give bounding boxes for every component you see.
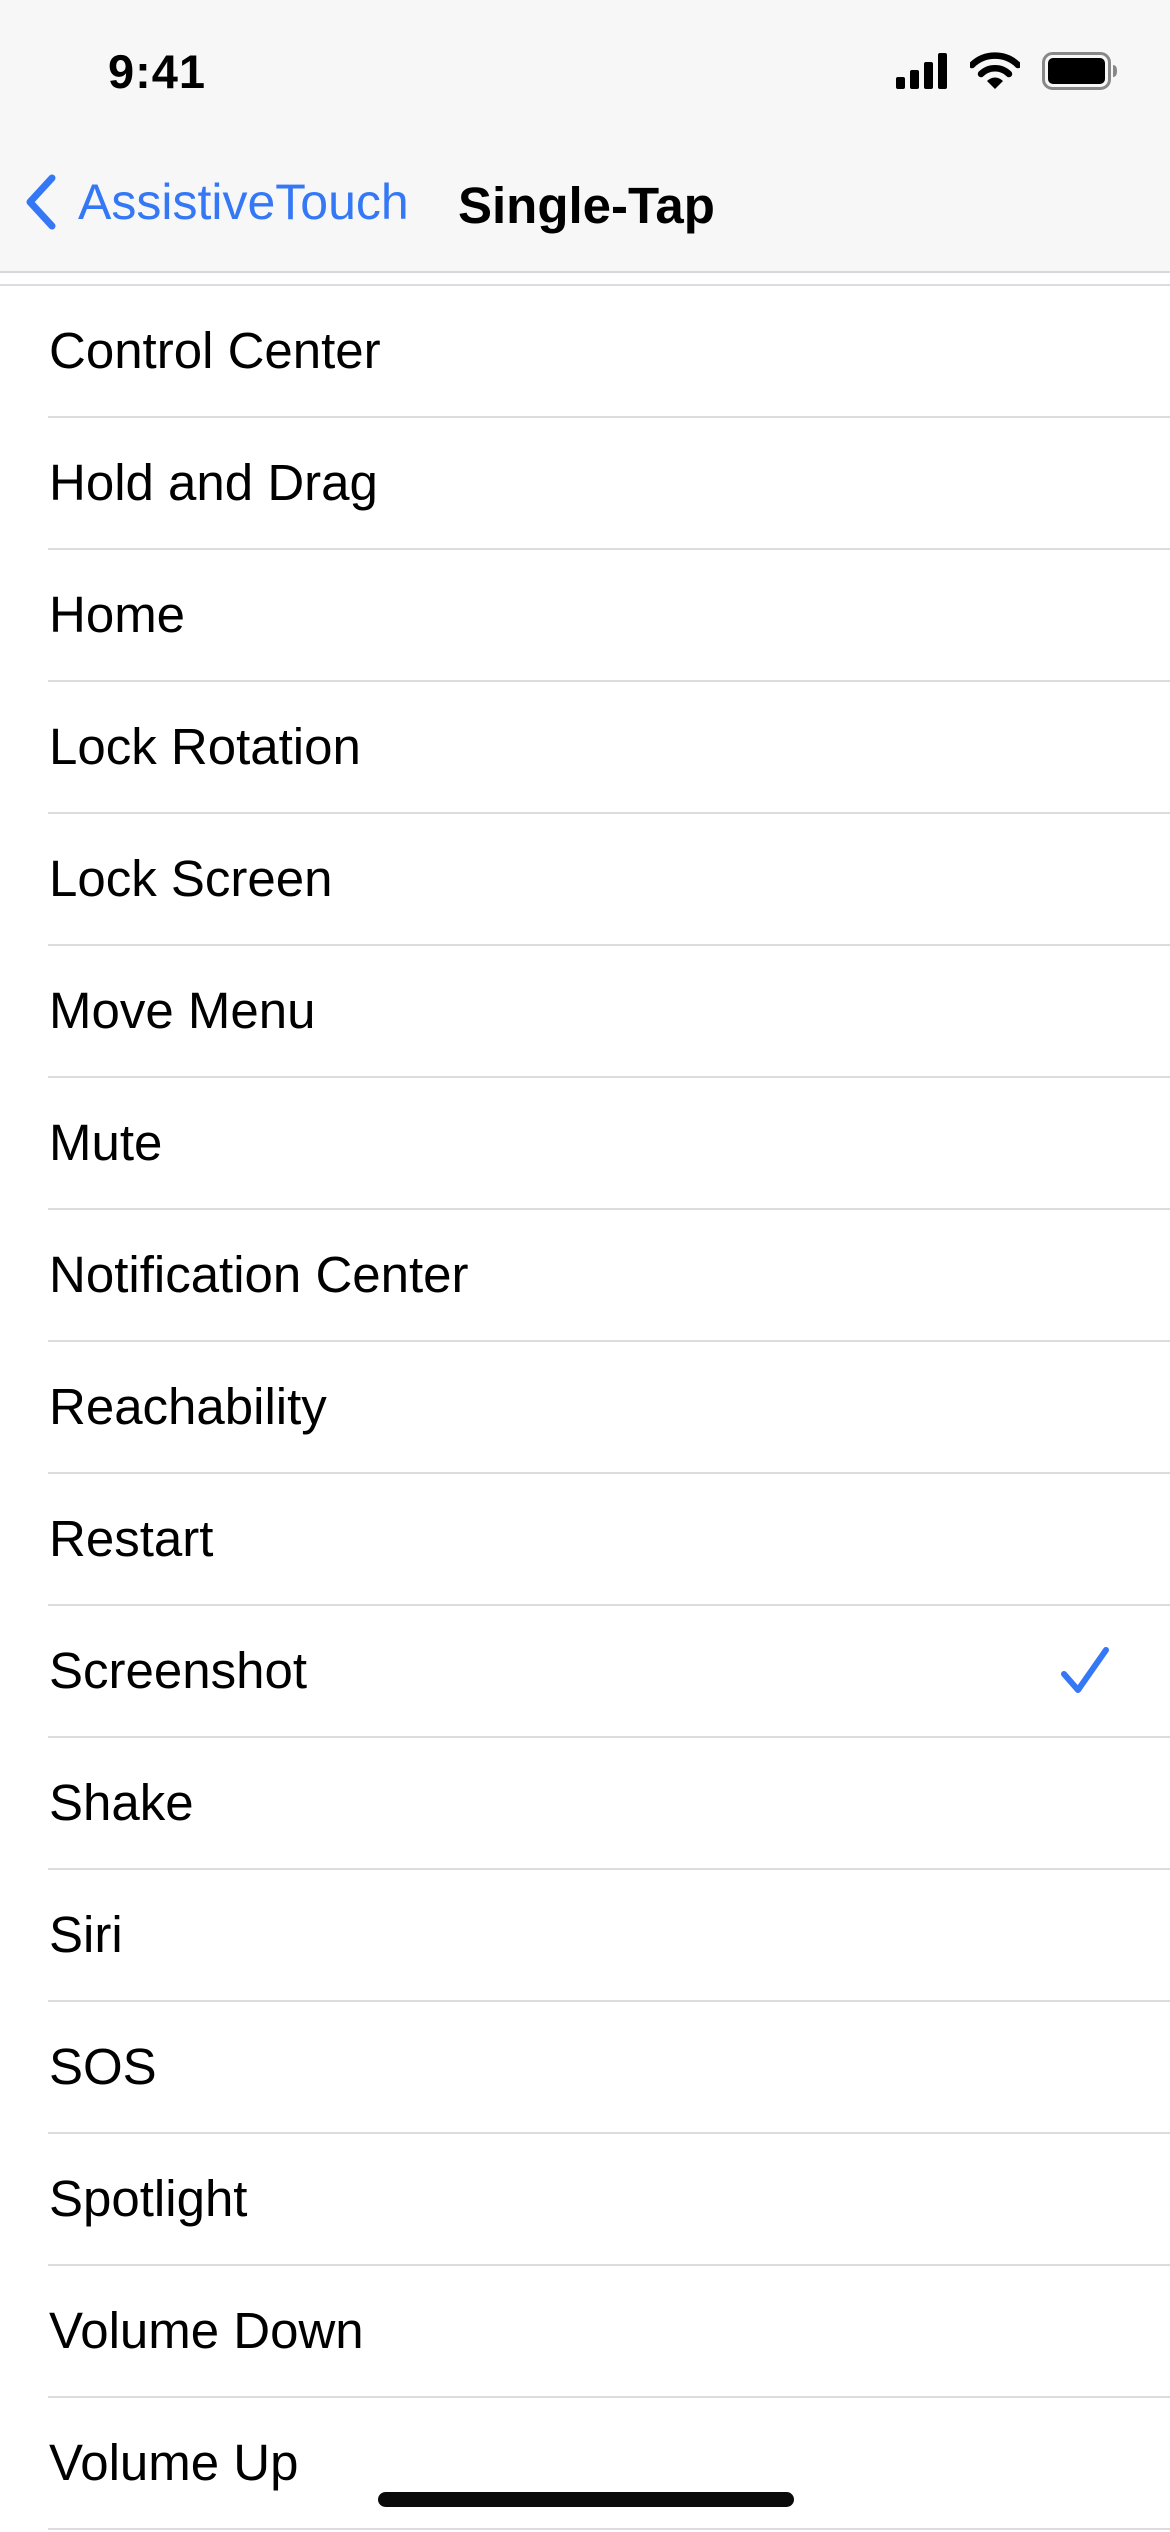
list-item-mute[interactable]: Mute xyxy=(0,1078,1170,1210)
list-item-label: Control Center xyxy=(49,322,381,379)
list-item-control-center[interactable]: Control Center xyxy=(0,286,1170,418)
list-item-label: Move Menu xyxy=(49,982,316,1039)
list-item-label: Reachability xyxy=(49,1378,327,1435)
list-item-label: Volume Down xyxy=(49,2302,364,2359)
screen: 9:41 AssistiveTouch Single-Tap Control C… xyxy=(0,0,1170,2532)
back-button[interactable]: AssistiveTouch xyxy=(22,172,409,232)
list-item-volume-up[interactable]: Volume Up xyxy=(0,2398,1170,2530)
list-item-label: Screenshot xyxy=(49,1642,307,1699)
list-item-label: Lock Screen xyxy=(49,850,333,907)
list-item-label: SOS xyxy=(49,2038,157,2095)
wifi-icon xyxy=(970,52,1020,89)
list-item-siri[interactable]: Siri xyxy=(0,1870,1170,2002)
list-item-home[interactable]: Home xyxy=(0,550,1170,682)
chevron-left-icon xyxy=(26,174,56,230)
list-item-lock-screen[interactable]: Lock Screen xyxy=(0,814,1170,946)
battery-icon xyxy=(1042,52,1117,90)
list-item-shake[interactable]: Shake xyxy=(0,1738,1170,1870)
status-time: 9:41 xyxy=(108,45,207,98)
list-item-label: Home xyxy=(49,586,186,643)
list-item-label: Shake xyxy=(49,1774,194,1831)
checkmark-icon xyxy=(1061,1647,1109,1693)
nav-bar: AssistiveTouch Single-Tap xyxy=(0,160,1170,250)
list-item-sos[interactable]: SOS xyxy=(0,2002,1170,2134)
list-item-spotlight[interactable]: Spotlight xyxy=(0,2134,1170,2266)
list-item-move-menu[interactable]: Move Menu xyxy=(0,946,1170,1078)
list-item-reachability[interactable]: Reachability xyxy=(0,1342,1170,1474)
list-item-hold-and-drag[interactable]: Hold and Drag xyxy=(0,418,1170,550)
list-item-label: Spotlight xyxy=(49,2170,248,2227)
list-item-label: Volume Up xyxy=(49,2434,299,2491)
list-item-label: Siri xyxy=(49,1906,123,1963)
list-item-volume-down[interactable]: Volume Down xyxy=(0,2266,1170,2398)
list-item-lock-rotation[interactable]: Lock Rotation xyxy=(0,682,1170,814)
cellular-signal-icon xyxy=(896,53,947,89)
list-item-label: Mute xyxy=(49,1114,163,1171)
list-item-restart[interactable]: Restart xyxy=(0,1474,1170,1606)
page-title: Single-Tap xyxy=(458,177,715,234)
back-button-label: AssistiveTouch xyxy=(78,174,409,230)
list-item-label: Lock Rotation xyxy=(49,718,361,775)
list-item-label: Restart xyxy=(49,1510,214,1567)
list-item-label: Notification Center xyxy=(49,1246,469,1303)
list-item-screenshot[interactable]: Screenshot xyxy=(0,1606,1170,1738)
navigation-header: 9:41 AssistiveTouch Single-Tap xyxy=(0,0,1170,273)
status-icons xyxy=(896,52,1118,90)
action-list: Control Center Hold and Drag Home Lock R… xyxy=(0,284,1170,2530)
list-item-label: Hold and Drag xyxy=(49,454,378,511)
home-indicator[interactable] xyxy=(378,2492,794,2507)
list-item-notification-center[interactable]: Notification Center xyxy=(0,1210,1170,1342)
